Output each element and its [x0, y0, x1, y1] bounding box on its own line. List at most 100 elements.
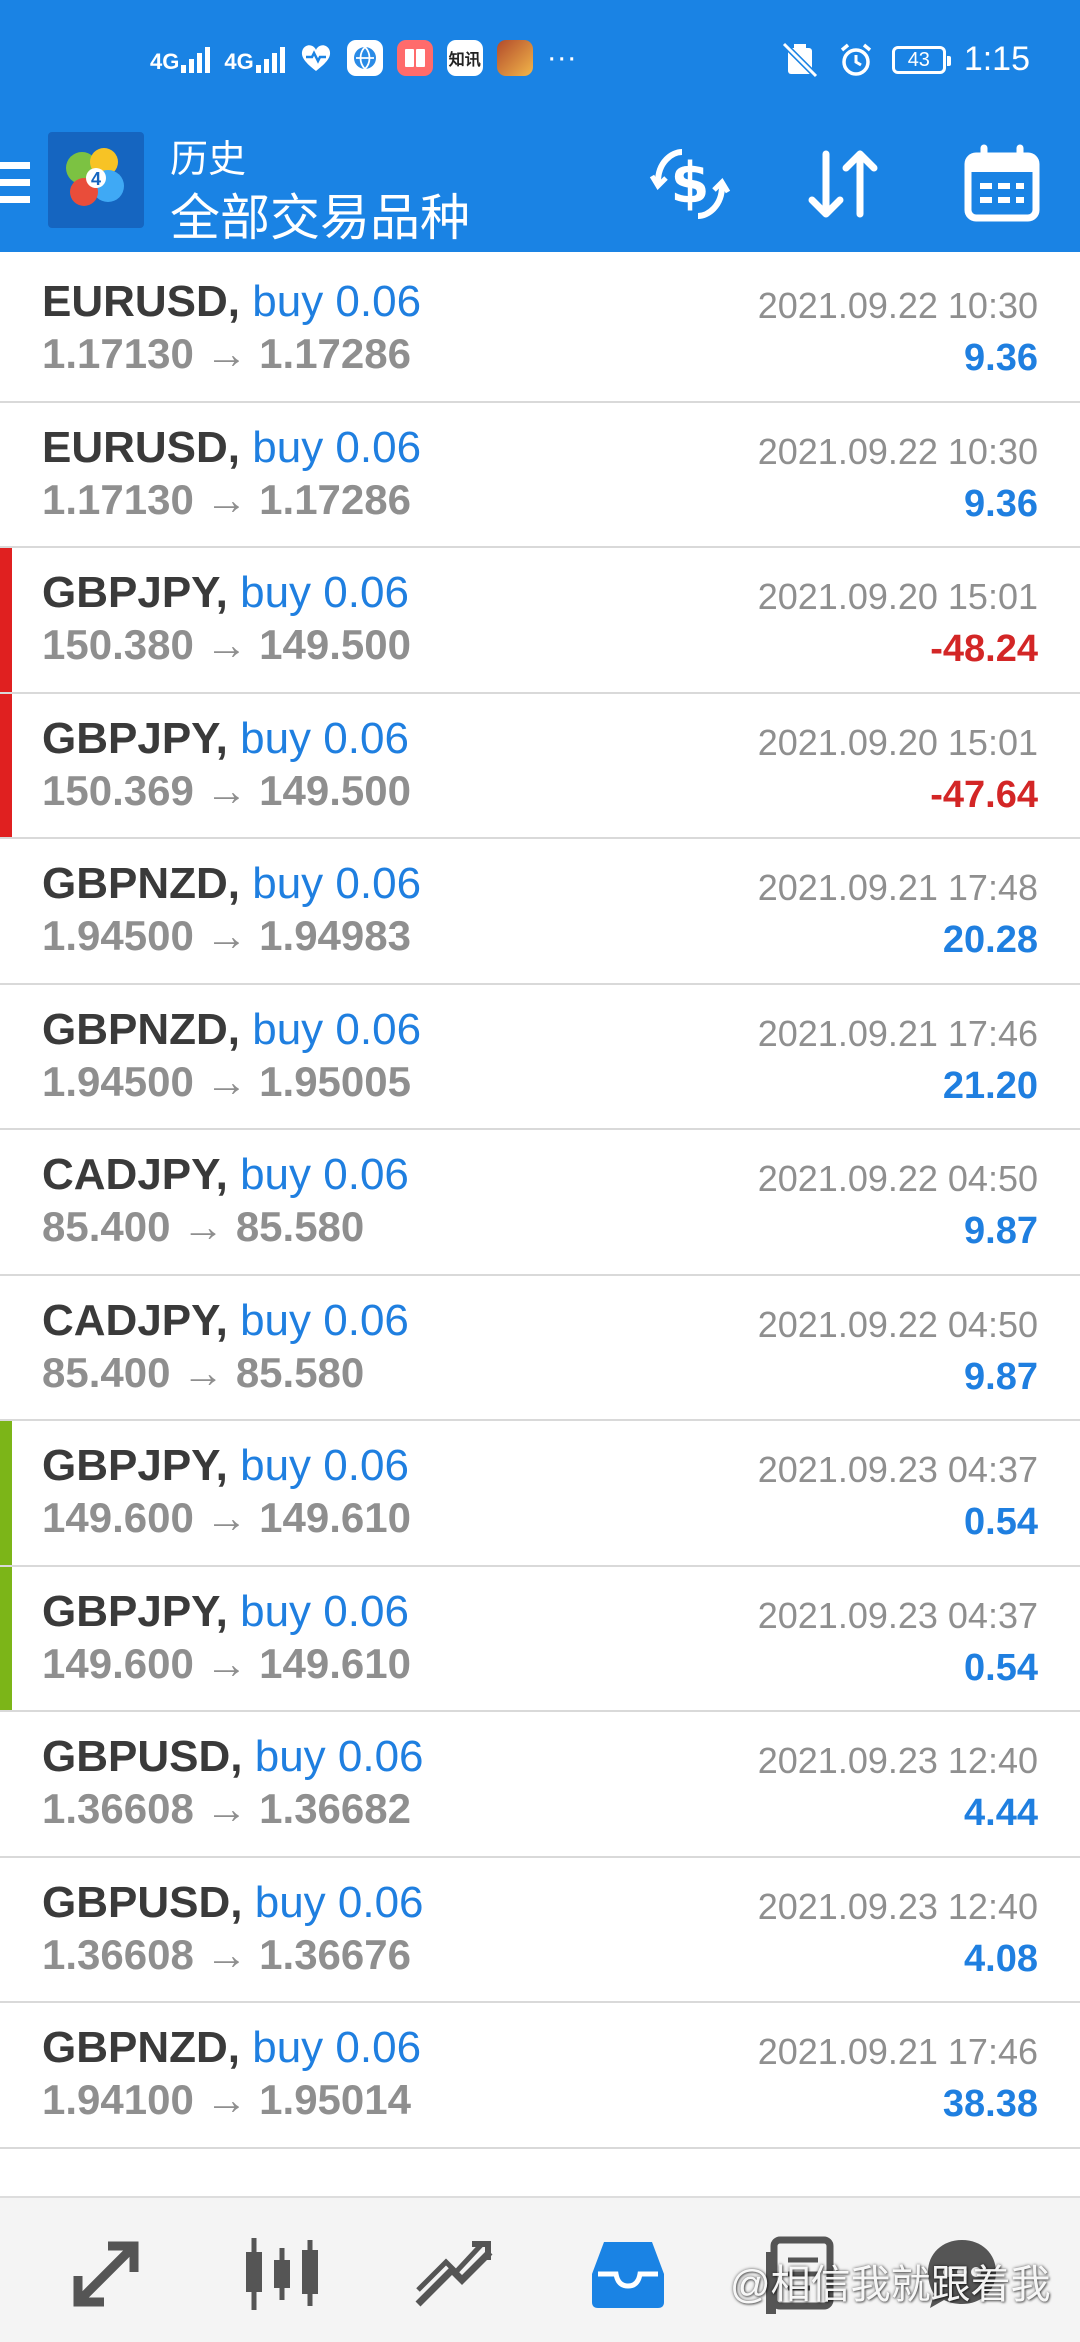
- symbol-line: GBPNZD, buy 0.06: [42, 2023, 421, 2073]
- trade-profit: 21.20: [942, 1064, 1038, 1107]
- mute-vibrate-icon: [781, 41, 818, 78]
- svg-text:$: $: [671, 151, 710, 216]
- open-price: 1.17130: [42, 330, 194, 377]
- trade-profit: 9.36: [964, 337, 1038, 379]
- hamburger-menu-icon[interactable]: [0, 154, 30, 214]
- trade-side-volume: buy 0.06: [254, 1732, 424, 1781]
- signal-bars-icon: [255, 43, 285, 73]
- alarm-clock-icon: [840, 43, 871, 76]
- metatrader-logo: 4: [48, 132, 144, 228]
- trade-profit: 38.38: [942, 2083, 1038, 2125]
- trade-side-volume: buy 0.06: [240, 1295, 409, 1345]
- trade-row[interactable]: EURUSD, buy 0.06 1.17130 → 1.17286 2021.…: [0, 257, 1080, 403]
- row-status-marker: [0, 1421, 12, 1565]
- close-price: 1.94983: [259, 912, 411, 959]
- arrow-right-icon: →: [182, 1203, 225, 1250]
- price-line: 1.36608 → 1.36682: [42, 1785, 411, 1833]
- row-status-marker: [0, 1566, 12, 1710]
- sort-arrows-icon[interactable]: [802, 142, 886, 226]
- arrow-right-icon: →: [205, 1057, 248, 1105]
- trade-row[interactable]: GBPNZD, buy 0.06 1.94100 → 1.95014 2021.…: [0, 2003, 1080, 2149]
- open-price: 1.94500: [42, 1057, 194, 1105]
- trade-symbol: GBPNZD,: [42, 2023, 240, 2072]
- close-price: 149.610: [259, 1639, 411, 1687]
- close-price: 1.36682: [259, 1785, 411, 1832]
- inbox-tray-icon[interactable]: [588, 2234, 668, 2314]
- currency-exchange-icon[interactable]: $: [648, 142, 732, 226]
- trade-side-volume: buy 0.06: [252, 1004, 422, 1054]
- trade-row[interactable]: GBPJPY, buy 0.06 150.369 → 149.500 2021.…: [0, 693, 1080, 839]
- trade-row[interactable]: EURUSD, buy 0.06 1.17130 → 1.17286 2021.…: [0, 402, 1080, 548]
- browser-app-icon: [346, 40, 383, 76]
- trade-row[interactable]: GBPNZD, buy 0.06 1.94500 → 1.95005 2021.…: [0, 984, 1080, 1130]
- trade-row[interactable]: CADJPY, buy 0.06 85.400 → 85.580 2021.09…: [0, 1130, 1080, 1276]
- close-price: 149.610: [259, 1494, 411, 1541]
- trade-profit: 0.54: [964, 1501, 1038, 1543]
- arrow-right-icon: →: [182, 1348, 225, 1396]
- price-line: 85.400 → 85.580: [42, 1349, 364, 1397]
- trend-line-icon[interactable]: [412, 2234, 496, 2314]
- calendar-icon[interactable]: [960, 142, 1044, 226]
- trade-time: 2021.09.22 04:50: [757, 1158, 1038, 1199]
- trade-side-volume: buy 0.06: [240, 1586, 409, 1636]
- arrow-right-icon: →: [205, 330, 248, 377]
- close-price: 1.95005: [259, 1057, 411, 1105]
- more-notifications-icon: ···: [546, 41, 577, 74]
- zhixun-app-icon: 知讯: [446, 40, 483, 76]
- open-price: 1.17130: [42, 475, 194, 523]
- quotes-arrows-icon[interactable]: [66, 2234, 146, 2314]
- row-status-marker: [0, 693, 12, 837]
- close-price: 85.580: [235, 1203, 365, 1250]
- trade-profit: 9.87: [964, 1210, 1038, 1252]
- close-price: 85.580: [235, 1348, 365, 1396]
- trade-profit: 20.28: [942, 919, 1038, 961]
- trade-time: 2021.09.22 04:50: [757, 1303, 1038, 1345]
- price-line: 150.380 → 149.500: [42, 621, 411, 669]
- status-bar: 4G 4G 知讯 ··· 43 1:15: [0, 0, 1080, 124]
- trade-side-volume: buy 0.06: [252, 2023, 422, 2072]
- trade-row[interactable]: CADJPY, buy 0.06 85.400 → 85.580 2021.09…: [0, 1275, 1080, 1421]
- trade-row[interactable]: GBPJPY, buy 0.06 150.380 → 149.500 2021.…: [0, 548, 1080, 694]
- open-price: 85.400: [42, 1203, 171, 1250]
- arrow-right-icon: →: [205, 1494, 248, 1541]
- trade-row[interactable]: GBPUSD, buy 0.06 1.36608 → 1.36682 2021.…: [0, 1712, 1080, 1858]
- symbol-line: CADJPY, buy 0.06: [42, 1296, 409, 1346]
- close-price: 1.36676: [259, 1930, 411, 1978]
- arrow-right-icon: →: [205, 1785, 248, 1832]
- arrow-right-icon: →: [205, 912, 248, 959]
- trade-symbol: GBPNZD,: [42, 1004, 240, 1054]
- network-type-label: 4G: [150, 49, 180, 74]
- trade-row[interactable]: GBPNZD, buy 0.06 1.94500 → 1.94983 2021.…: [0, 839, 1080, 985]
- signal-bars-icon: [181, 43, 211, 73]
- trade-row[interactable]: GBPJPY, buy 0.06 149.600 → 149.610 2021.…: [0, 1421, 1080, 1567]
- open-price: 1.94500: [42, 912, 194, 959]
- trade-time: 2021.09.21 17:46: [757, 2031, 1038, 2072]
- trade-side-volume: buy 0.06: [252, 422, 422, 472]
- trade-profit: 4.08: [964, 1937, 1038, 1980]
- watermark-text: @相信我就跟着我: [730, 2263, 1051, 2307]
- row-status-marker: [0, 548, 12, 692]
- battery-icon: 43: [891, 45, 951, 74]
- candlestick-chart-icon[interactable]: [240, 2234, 324, 2314]
- price-line: 1.36608 → 1.36676: [42, 1931, 411, 1979]
- open-price: 1.94100: [42, 2076, 194, 2123]
- close-price: 1.17286: [259, 330, 411, 377]
- trade-symbol: CADJPY,: [42, 1295, 228, 1345]
- open-price: 150.380: [42, 621, 194, 668]
- symbol-line: GBPNZD, buy 0.06: [42, 1005, 421, 1055]
- trade-side-volume: buy 0.06: [240, 713, 409, 763]
- symbol-filter-title[interactable]: 全部交易品种: [170, 178, 470, 250]
- trade-side-volume: buy 0.06: [240, 1150, 409, 1199]
- trade-side-volume: buy 0.06: [240, 1441, 409, 1490]
- close-price: 1.17286: [259, 475, 411, 523]
- trade-time: 2021.09.23 12:40: [757, 1740, 1038, 1781]
- trade-side-volume: buy 0.06: [240, 568, 409, 617]
- health-heart-icon: [301, 45, 330, 71]
- price-line: 1.17130 → 1.17286: [42, 476, 411, 524]
- trade-side-volume: buy 0.06: [252, 859, 422, 908]
- trade-row[interactable]: GBPJPY, buy 0.06 149.600 → 149.610 2021.…: [0, 1566, 1080, 1712]
- clock-time: 1:15: [963, 40, 1030, 78]
- trade-symbol: GBPNZD,: [42, 859, 240, 908]
- status-right-icons: 43 1:15: [780, 40, 1030, 79]
- trade-row[interactable]: GBPUSD, buy 0.06 1.36608 → 1.36676 2021.…: [0, 1857, 1080, 2003]
